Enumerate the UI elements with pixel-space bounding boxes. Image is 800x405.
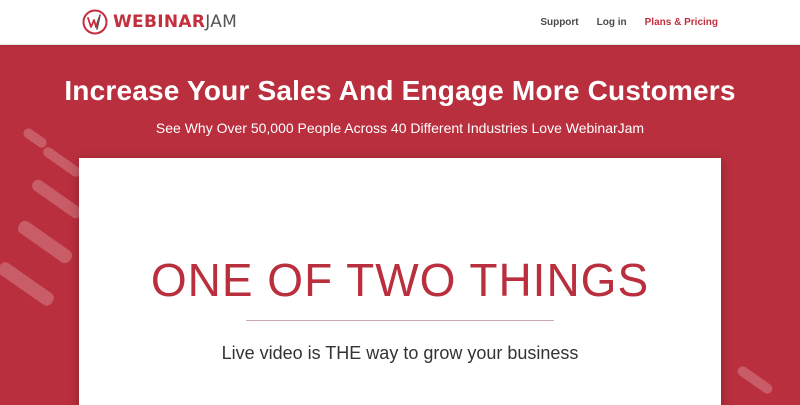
hero-headline: Increase Your Sales And Engage More Cust… [64,75,736,106]
hero-subheadline: See Why Over 50,000 People Across 40 Dif… [155,120,645,136]
hero-section: Increase Your Sales And Engage More Cust… [0,45,800,405]
video-subtitle: Live video is THE way to grow your busin… [221,343,579,363]
logo-word-light: JAM [205,12,238,32]
decorative-streak [15,218,75,266]
top-navbar: WEBINARJAM Support Log in Plans & Pricin… [0,0,800,45]
video-card[interactable]: ONE OF TWO THINGS Live video is THE way … [79,158,721,405]
webinarjam-logo-icon [82,9,108,35]
nav-plans-pricing-link[interactable]: Plans & Pricing [645,17,718,28]
main-nav: Support Log in Plans & Pricing [522,0,718,45]
decorative-streak [0,259,57,309]
logo-word-bold: WEBINAR [113,12,206,32]
nav-support-link[interactable]: Support [540,17,578,28]
decorative-streak [29,177,85,221]
webinarjam-logo[interactable]: WEBINARJAM [82,8,237,36]
title-divider [246,320,554,321]
logo-wordmark: WEBINARJAM [113,12,237,32]
decorative-streak [735,364,775,396]
decorative-streak [41,145,83,179]
video-title: ONE OF TWO THINGS [150,254,650,306]
nav-login-link[interactable]: Log in [597,17,627,28]
